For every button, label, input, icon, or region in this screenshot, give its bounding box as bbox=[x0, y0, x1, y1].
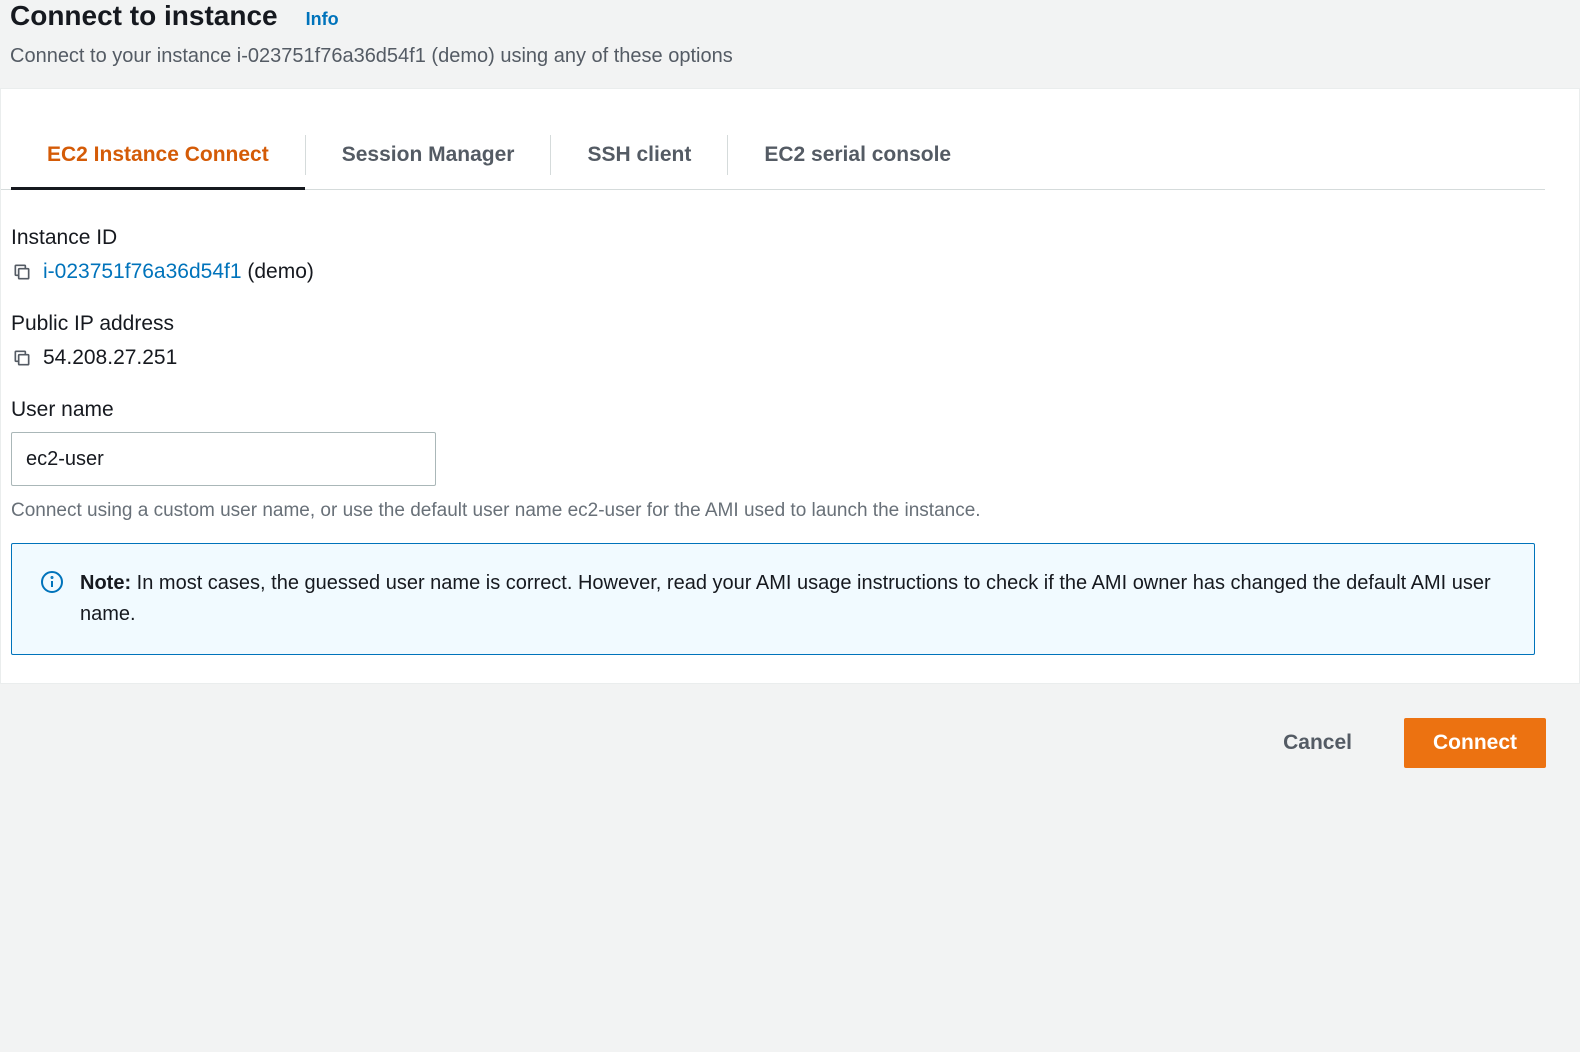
field-label-user-name: User name bbox=[11, 398, 1569, 422]
cancel-button[interactable]: Cancel bbox=[1255, 719, 1380, 767]
copy-icon[interactable] bbox=[11, 347, 33, 369]
info-notice: Note: In most cases, the guessed user na… bbox=[11, 543, 1535, 655]
notice-body: In most cases, the guessed user name is … bbox=[80, 572, 1491, 625]
connect-button[interactable]: Connect bbox=[1404, 718, 1546, 768]
user-name-input[interactable] bbox=[11, 432, 436, 486]
field-user-name: User name Connect using a custom user na… bbox=[11, 398, 1569, 525]
tab-ec2-serial-console[interactable]: EC2 serial console bbox=[728, 129, 987, 189]
footer: Cancel Connect bbox=[0, 684, 1580, 802]
instance-id-link[interactable]: i-023751f76a36d54f1 bbox=[43, 260, 242, 283]
info-link[interactable]: Info bbox=[306, 9, 339, 30]
page-header: Connect to instance Info Connect to your… bbox=[0, 0, 1580, 89]
tab-content: Instance ID i-023751f76a36d54f1 (demo) P… bbox=[1, 190, 1579, 655]
field-public-ip: Public IP address 54.208.27.251 bbox=[11, 312, 1569, 370]
notice-text: Note: In most cases, the guessed user na… bbox=[80, 568, 1506, 630]
tab-ec2-instance-connect[interactable]: EC2 Instance Connect bbox=[11, 129, 305, 189]
user-name-help: Connect using a custom user name, or use… bbox=[11, 498, 1569, 525]
page-subtitle: Connect to your instance i-023751f76a36d… bbox=[10, 42, 1570, 70]
instance-id-suffix: (demo) bbox=[242, 260, 314, 283]
copy-icon[interactable] bbox=[11, 261, 33, 283]
notice-label: Note: bbox=[80, 572, 137, 594]
public-ip-value: 54.208.27.251 bbox=[43, 346, 177, 370]
field-label-instance-id: Instance ID bbox=[11, 226, 1569, 250]
tab-ssh-client[interactable]: SSH client bbox=[551, 129, 727, 189]
info-icon bbox=[40, 570, 64, 594]
field-instance-id: Instance ID i-023751f76a36d54f1 (demo) bbox=[11, 226, 1569, 284]
tabs: EC2 Instance Connect Session Manager SSH… bbox=[1, 89, 1545, 190]
page-title: Connect to instance bbox=[10, 0, 278, 32]
tab-session-manager[interactable]: Session Manager bbox=[306, 129, 551, 189]
field-label-public-ip: Public IP address bbox=[11, 312, 1569, 336]
main-panel: EC2 Instance Connect Session Manager SSH… bbox=[0, 89, 1580, 684]
